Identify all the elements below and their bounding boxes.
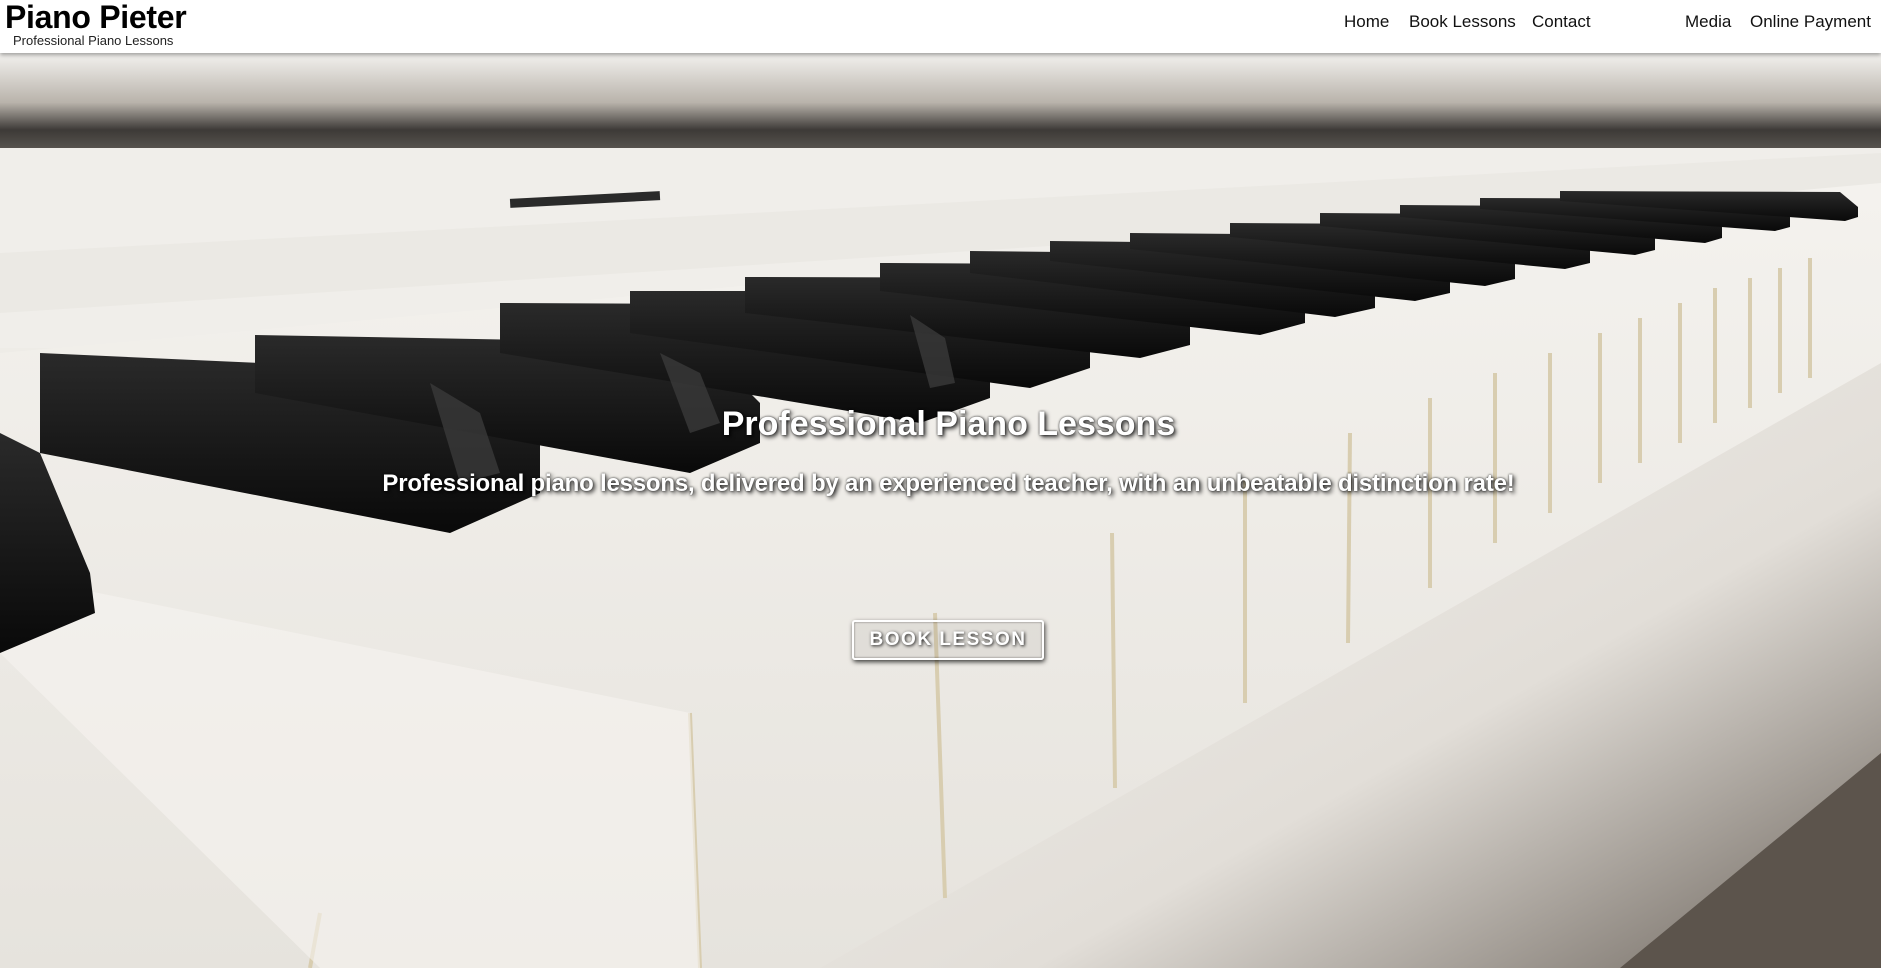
nav-home[interactable]: Home — [1344, 12, 1389, 32]
site-title[interactable]: Piano Pieter — [5, 0, 187, 34]
piano-keys-background-image — [0, 53, 1881, 968]
brand[interactable]: Piano Pieter Professional Piano Lessons — [5, 0, 187, 48]
hero-subtitle: Professional piano lessons, delivered by… — [382, 470, 1515, 497]
hero-section: Professional Piano Lessons Professional … — [0, 53, 1881, 968]
nav-online-payment[interactable]: Online Payment — [1750, 12, 1871, 32]
top-navbar: Piano Pieter Professional Piano Lessons … — [0, 0, 1881, 53]
nav-book-lessons[interactable]: Book Lessons — [1409, 12, 1516, 32]
nav-media[interactable]: Media — [1685, 12, 1731, 32]
site-tagline: Professional Piano Lessons — [13, 33, 174, 48]
book-lesson-button[interactable]: BOOK LESSON — [852, 620, 1044, 660]
nav-contact[interactable]: Contact — [1532, 12, 1591, 32]
hero-title: Professional Piano Lessons — [721, 405, 1176, 443]
